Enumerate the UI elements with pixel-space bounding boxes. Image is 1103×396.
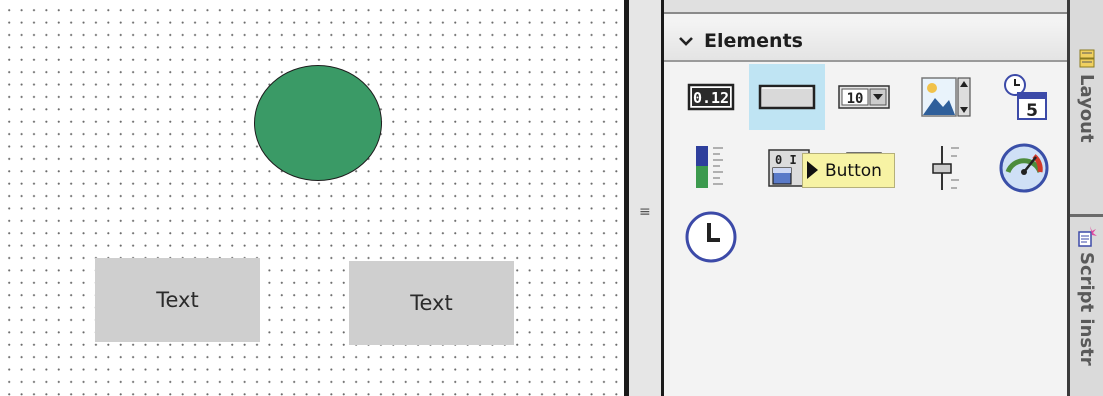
screen-canvas[interactable]: Text Text xyxy=(0,0,624,396)
numeric-display-icon: 0.12 xyxy=(687,83,735,111)
tab-separator xyxy=(1070,214,1103,217)
tab-layout[interactable]: Layout xyxy=(1070,48,1103,143)
text-button-1[interactable]: Text xyxy=(95,258,260,342)
tooltip-text: Button xyxy=(825,160,882,181)
symbolic-io-field-icon: 10 xyxy=(838,85,890,109)
element-date-time-field[interactable]: 5 xyxy=(986,64,1062,130)
panel-top-bar xyxy=(664,0,1067,14)
layout-icon xyxy=(1079,49,1094,68)
graphic-io-field-icon xyxy=(921,77,971,117)
green-circle-shape[interactable] xyxy=(254,65,382,181)
text-button-2[interactable]: Text xyxy=(349,261,514,345)
element-button[interactable] xyxy=(749,64,825,130)
svg-text:5: 5 xyxy=(1026,101,1038,121)
element-bar[interactable] xyxy=(673,135,749,201)
splitter-grip-icon[interactable]: ≡ xyxy=(639,204,651,220)
slider-icon xyxy=(932,146,959,190)
svg-text:0.12: 0.12 xyxy=(693,89,729,107)
element-io-field[interactable]: 0.12 xyxy=(673,64,749,130)
element-symbolic-io-field[interactable]: 10 xyxy=(826,64,902,130)
chevron-down-icon[interactable] xyxy=(678,33,694,49)
text-button-label: Text xyxy=(410,291,453,315)
element-slider[interactable] xyxy=(908,135,984,201)
svg-text:10: 10 xyxy=(847,91,864,107)
side-tab-strip: Layout Script instr xyxy=(1067,0,1103,396)
tab-script-instructions-label: Script instr xyxy=(1076,252,1097,366)
elements-panel-header[interactable]: Elements xyxy=(664,22,1067,62)
svg-text:0 I: 0 I xyxy=(775,153,797,167)
element-graphic-io-field[interactable] xyxy=(908,64,984,130)
tab-script-instructions[interactable]: Script instr xyxy=(1070,224,1103,366)
button-tooltip: Button xyxy=(802,153,895,188)
button-icon xyxy=(758,84,816,110)
text-button-label: Text xyxy=(156,288,199,312)
panel-title: Elements xyxy=(704,30,803,52)
element-gauge[interactable] xyxy=(986,135,1062,201)
date-time-field-icon: 5 xyxy=(1004,74,1047,121)
clock-icon xyxy=(685,211,737,263)
panel-splitter[interactable]: ≡ xyxy=(629,0,664,396)
tooltip-pointer-icon xyxy=(807,161,818,179)
element-clock[interactable] xyxy=(673,204,749,270)
script-instructions-icon xyxy=(1077,226,1097,247)
tab-layout-label: Layout xyxy=(1076,74,1097,143)
bar-graph-icon xyxy=(696,146,723,188)
gauge-icon xyxy=(999,143,1049,193)
